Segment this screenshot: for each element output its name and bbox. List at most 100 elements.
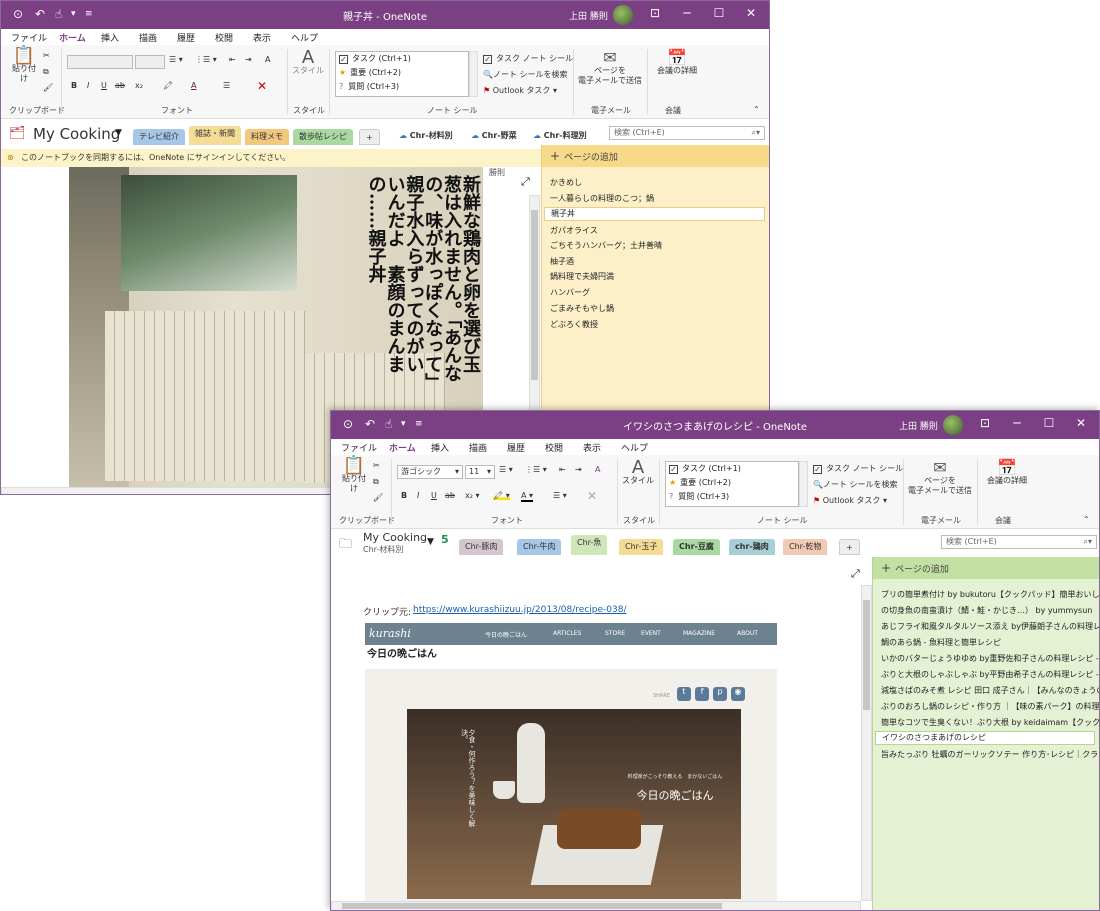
outlook-tasks-button[interactable]: ⚑ Outlook タスク ▾ [483, 85, 557, 96]
tab-beef[interactable]: Chr-牛肉 [517, 539, 562, 555]
tag-important[interactable]: ★ 重要 (Ctrl+2) [339, 66, 468, 80]
tab-dried[interactable]: Chr-乾物 [783, 539, 828, 555]
tab-chr-ingredients[interactable]: ☁ Chr-材料別 [399, 130, 453, 141]
menu-draw[interactable]: 描画 [139, 31, 157, 44]
tab-walk[interactable]: 散歩帖レシピ [293, 129, 353, 145]
tab-chr-dishes[interactable]: ☁ Chr-料理別 [533, 130, 587, 141]
page-item[interactable]: 鍋料理で夫婦円満 [550, 271, 614, 282]
italic-button[interactable]: I [417, 491, 419, 500]
tab-tofu[interactable]: Chr-豆腐 [673, 539, 720, 555]
meeting-details-button[interactable]: 📅 会議の詳細 [651, 50, 703, 76]
copy-icon[interactable]: ⧉ [43, 67, 49, 77]
tags-gallery[interactable]: ✓ タスク (Ctrl+1) ★ 重要 (Ctrl+2) ? 質問 (Ctrl+3) [335, 51, 469, 97]
maximize-icon[interactable]: ☐ [709, 6, 729, 20]
page-item[interactable]: 一人暮らしの料理のこつ；鍋 [550, 193, 654, 204]
strikethrough-button[interactable]: ab [445, 491, 455, 500]
page-item[interactable]: ガパオライス [550, 225, 598, 236]
align-icon[interactable]: ☰ [223, 81, 230, 90]
menu-file[interactable]: ファイル [341, 441, 377, 454]
scroll-thumb[interactable] [531, 210, 538, 380]
highlight-icon[interactable]: 🖍 [163, 81, 173, 90]
meeting-details-button[interactable]: 📅 会議の詳細 [981, 460, 1033, 486]
facebook-icon[interactable]: f [695, 687, 709, 701]
font-color-icon[interactable]: A [191, 81, 196, 90]
bullets-icon[interactable]: ☰ ▾ [499, 465, 513, 474]
tab-chr-vegetables[interactable]: ☁ Chr-野菜 [471, 130, 517, 141]
maximize-icon[interactable]: ☐ [1039, 416, 1059, 430]
cut-icon[interactable]: ✂ [373, 461, 380, 470]
numbering-icon[interactable]: ⋮☰ ▾ [525, 465, 547, 474]
page-item[interactable]: ぶりのおろし鍋のレシピ・作り方 ｜【味の素パーク】の料理・レ [881, 701, 1099, 712]
expand-icon[interactable]: ⤢ [851, 567, 860, 581]
bold-button[interactable]: B [71, 81, 77, 90]
strikethrough-button[interactable]: ab [115, 81, 125, 90]
delete-icon[interactable]: ✕ [587, 489, 597, 503]
twitter-icon[interactable]: t [677, 687, 691, 701]
close-icon[interactable]: ✕ [1071, 416, 1091, 430]
tab-egg[interactable]: Chr-玉子 [619, 539, 664, 555]
ribbon-display-icon[interactable]: ⊡ [645, 6, 665, 20]
page-item[interactable]: 柚子酒 [550, 256, 574, 267]
tag-important[interactable]: ★ 重要 (Ctrl+2) [669, 476, 798, 490]
menu-view[interactable]: 表示 [253, 31, 271, 44]
italic-button[interactable]: I [87, 81, 89, 90]
find-tags-button[interactable]: 🔍ノート シールを検索 [483, 69, 568, 80]
format-painter-icon[interactable]: 🖌 [43, 83, 53, 92]
page-item[interactable]: ぶりと大根のしゃぶしゃぶ by平野由希子さんの料理レシピ - [881, 669, 1099, 680]
add-section-button[interactable]: + [839, 539, 860, 555]
page-item[interactable]: 鯛のあら鍋 - 魚料理と簡単レシピ [881, 637, 1001, 648]
sync-info-bar[interactable]: ⊛ このノートブックを同期するには、OneNote にサインインしてください。 [1, 149, 541, 167]
subscript-button[interactable]: x₂ [135, 81, 143, 90]
minimize-icon[interactable]: ─ [1007, 416, 1027, 430]
paste-button[interactable]: 📋 貼り付け [339, 457, 369, 494]
menu-review[interactable]: 校閲 [545, 441, 563, 454]
collapse-ribbon-icon[interactable]: ⌃ [1083, 515, 1090, 524]
user-name[interactable]: 上田 勝則 [899, 419, 938, 432]
font-name-select[interactable]: 游ゴシック ▾ [397, 465, 463, 479]
scroll-thumb[interactable] [863, 600, 870, 710]
tags-scroll[interactable] [799, 461, 808, 507]
page-item-selected[interactable]: イワシのさつまあげのレシピ [875, 731, 1095, 745]
tag-question[interactable]: ? 質問 (Ctrl+3) [339, 80, 468, 94]
menu-help[interactable]: ヘルプ [291, 31, 318, 44]
site-nav-item[interactable]: MAGAZINE [683, 630, 715, 637]
page-item[interactable]: の切身魚の南蛮漬け（鯖・鮭・かじき…） by yummysun [881, 605, 1092, 616]
back-arrow-icon[interactable]: 5 [441, 533, 449, 546]
align-icon[interactable]: ☰ ▾ [553, 491, 567, 500]
search-input[interactable]: 検索 (Ctrl+E) ⌕▾ [609, 126, 765, 140]
highlight-icon[interactable]: 🖍 ▾ [493, 491, 510, 500]
page-item[interactable]: 減塩さばのみそ煮 レシピ 田口 成子さん｜【みんなのきょうの [881, 685, 1099, 696]
page-item[interactable]: あじフライ和風タルタルソース添え by伊藤朗子さんの料理レ [881, 621, 1099, 632]
tag-task[interactable]: ✓ タスク (Ctrl+1) [669, 462, 798, 476]
menu-review[interactable]: 校閲 [215, 31, 233, 44]
site-nav-item[interactable]: 今日の晩ごはん [485, 630, 527, 639]
find-tags-button[interactable]: 🔍ノート シールを検索 [813, 479, 898, 490]
page-item[interactable]: ブリの簡単煮付け by bukutoru【クックパッド】簡単おいしい [881, 589, 1099, 600]
notebook-name[interactable]: My Cooking [33, 125, 120, 143]
menu-help[interactable]: ヘルプ [621, 441, 648, 454]
outdent-icon[interactable]: ⇤ [229, 55, 236, 64]
bold-button[interactable]: B [401, 491, 407, 500]
menu-file[interactable]: ファイル [11, 31, 47, 44]
page-item-selected[interactable]: 親子丼 [544, 207, 765, 221]
pinterest-icon[interactable]: p [713, 687, 727, 701]
add-section-button[interactable]: + [359, 129, 380, 145]
cut-icon[interactable]: ✂ [43, 51, 50, 60]
collapse-ribbon-icon[interactable]: ⌃ [753, 105, 760, 114]
numbering-icon[interactable]: ⋮☰ ▾ [195, 55, 217, 64]
outlook-tasks-button[interactable]: ⚑ Outlook タスク ▾ [813, 495, 887, 506]
task-tag-button[interactable]: ✓ タスク ノート シール [483, 53, 573, 64]
page-item[interactable]: どぶろく教授 [550, 319, 598, 330]
style-button[interactable]: A スタイル [621, 459, 655, 486]
font-size-select[interactable]: 11 ▾ [465, 465, 495, 479]
clear-format-icon[interactable]: A [595, 465, 600, 474]
email-page-button[interactable]: ✉ ページを 電子メールで送信 [577, 50, 643, 86]
page-item[interactable]: ごまみそもやし鍋 [550, 303, 614, 314]
page-item[interactable]: 簡単なコツで生臭くない！ぶり大根 by keidaimam【クック [881, 717, 1099, 728]
font-name-select[interactable] [67, 55, 133, 69]
notebook-name[interactable]: My Cooking [363, 531, 427, 544]
tab-chicken[interactable]: chr-鶏肉 [729, 539, 775, 555]
indent-icon[interactable]: ⇥ [245, 55, 252, 64]
tag-task[interactable]: ✓ タスク (Ctrl+1) [339, 52, 468, 66]
paste-button[interactable]: 📋 貼り付け [9, 47, 39, 84]
